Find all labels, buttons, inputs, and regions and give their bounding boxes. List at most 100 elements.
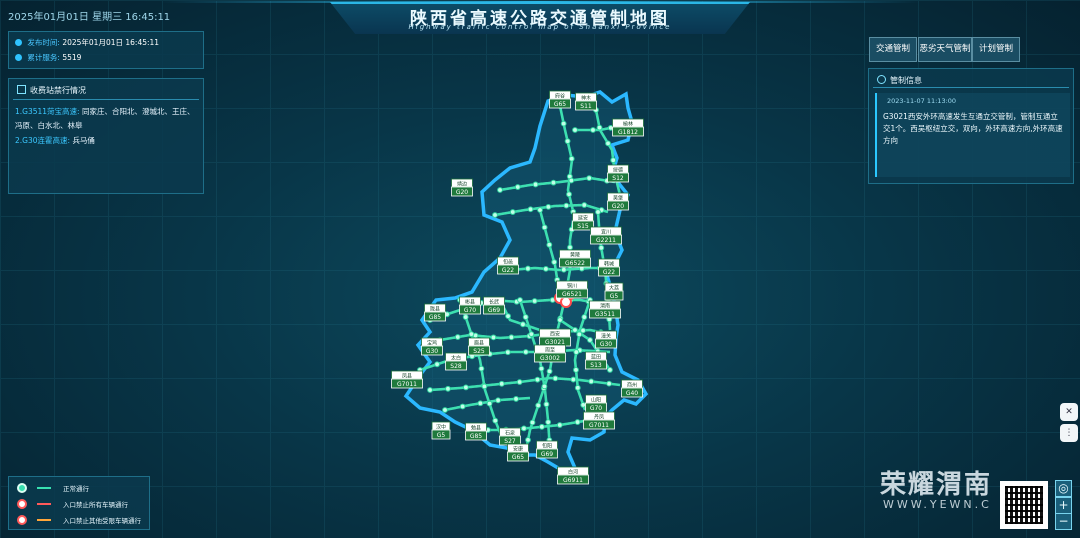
highway-node xyxy=(520,321,526,328)
highway-shield[interactable]: 宜川G2211 xyxy=(590,226,622,245)
highway-shield[interactable]: 府谷G65 xyxy=(549,90,571,109)
highway-shield[interactable]: 周至G3002 xyxy=(534,344,566,363)
highway-node xyxy=(427,387,433,393)
shield-name: 黄陵 xyxy=(570,252,580,259)
highway-node xyxy=(568,155,575,162)
document-icon xyxy=(17,85,26,94)
tools-icon[interactable]: ✕ xyxy=(1060,403,1078,421)
watermark-logo: 荣耀渭南 xyxy=(880,470,993,500)
highway-shield[interactable]: 商州G40 xyxy=(621,379,643,398)
shield-code: S25 xyxy=(473,348,485,355)
shield-name: 石泉 xyxy=(505,430,515,437)
highway-node xyxy=(434,361,440,368)
highway-shield[interactable]: 汉中G5 xyxy=(431,421,451,440)
toll-panel-title: 收费站禁行情况 xyxy=(17,85,86,96)
shield-code: G69 xyxy=(541,451,553,458)
stats-panel: 发布时间: 2025年01月01日 16:45:11 累计服务: 5519 xyxy=(8,31,204,69)
highway-node xyxy=(570,376,577,383)
access-count-value: 5519 xyxy=(62,53,82,62)
highway-shield[interactable]: 渭南G3511 xyxy=(589,300,621,319)
info-card[interactable]: 2023-11-07 11:13:00 G3021西安外环高速发生互通立交管制，… xyxy=(875,93,1070,177)
shield-code: G6521 xyxy=(562,291,582,298)
highway-node xyxy=(517,297,523,303)
shield-code: G65 xyxy=(512,454,524,461)
locate-icon[interactable]: ◎ xyxy=(1055,480,1072,497)
translate-icon[interactable]: ⋮ xyxy=(1060,424,1078,442)
highway-shield[interactable]: 靖边G20 xyxy=(451,178,473,197)
highway-shield[interactable]: 铜川G6521 xyxy=(556,280,588,299)
highway-shield[interactable]: 宝鸡G30 xyxy=(421,337,443,356)
highway-shield[interactable]: 陇县G85 xyxy=(424,303,446,322)
header: 2025年01月01日 星期三 16:45:11 陕西省高速公路交通管制地图 H… xyxy=(0,0,1080,34)
control-info-panel: 管制信息 2023-11-07 11:13:00 G3021西安外环高速发生互通… xyxy=(868,68,1074,184)
highway-shield[interactable]: 大荔G5 xyxy=(604,282,624,301)
planned-control-button[interactable]: 计划管制 xyxy=(972,37,1020,62)
shield-name: 安康 xyxy=(513,446,523,453)
shield-name: 汉中 xyxy=(436,424,446,431)
legend-label: 入口禁止所有车辆通行 xyxy=(63,501,128,509)
normal-line xyxy=(37,487,51,489)
traffic-control-button[interactable]: 交通管制 xyxy=(869,37,917,62)
shield-code: S15 xyxy=(577,223,589,230)
highway-shield[interactable]: 太白S28 xyxy=(445,352,467,371)
highway-node xyxy=(521,425,527,432)
highway-node xyxy=(560,120,567,127)
highway-node xyxy=(522,349,529,355)
highway-node xyxy=(542,265,549,272)
shield-code: G3002 xyxy=(540,355,560,362)
highway-node xyxy=(598,244,605,251)
highway-node xyxy=(492,212,498,218)
highway-shield[interactable]: 石泉S27 xyxy=(499,427,521,446)
highway-shield[interactable]: 白河G6911 xyxy=(557,466,589,485)
toll-item: 1.G3511菏宝高速: 同家庄、合阳北、澄城北、王庄、冯原、白水北、林皋 xyxy=(15,105,199,133)
highway-shield[interactable]: 彬县G70 xyxy=(459,296,481,315)
highway-shield[interactable]: 潼关G30 xyxy=(595,330,617,349)
highway-shield[interactable]: 眉县S25 xyxy=(468,337,490,356)
highway-shield[interactable]: 长武G69 xyxy=(483,296,505,315)
highway-shield[interactable]: 韩城G22 xyxy=(598,258,620,277)
shield-code: G22 xyxy=(603,269,615,276)
highway-shield[interactable]: 神木S11 xyxy=(575,92,597,111)
shield-code: S13 xyxy=(590,362,602,369)
highway-shield[interactable]: 山阳G70 xyxy=(585,394,607,413)
highway-node xyxy=(552,375,559,382)
shield-name: 西安 xyxy=(550,331,560,338)
highway-node xyxy=(516,379,523,385)
highway-node xyxy=(513,396,519,402)
qr-code xyxy=(1000,481,1048,529)
highway-node xyxy=(590,127,596,133)
highway-shield[interactable]: 凤县G7011 xyxy=(391,370,423,389)
shield-code: G5 xyxy=(437,432,446,439)
highway-node xyxy=(514,184,521,190)
highway-shield[interactable]: 西安G3021 xyxy=(539,328,571,347)
highway-node xyxy=(606,380,612,387)
highway-node xyxy=(560,266,567,273)
highway-node xyxy=(527,206,534,213)
weather-control-button[interactable]: 恶劣天气管制 xyxy=(918,37,972,62)
highway-node xyxy=(574,419,581,425)
highway-node xyxy=(531,298,538,304)
ban-icon xyxy=(877,75,886,84)
legend-item-all-closed: 入口禁止所有车辆通行 xyxy=(17,499,128,509)
highway-shield[interactable]: 蓝田S13 xyxy=(585,351,607,370)
highway-shield[interactable]: 绥德S12 xyxy=(607,164,629,183)
toll-panel-title-text: 收费站禁行情况 xyxy=(30,86,86,95)
shield-code: G7011 xyxy=(397,381,417,388)
shield-code: G40 xyxy=(626,390,638,397)
shield-name: 太白 xyxy=(451,355,461,362)
highway-shield[interactable]: 安康G65 xyxy=(507,443,529,462)
shield-code: G70 xyxy=(590,405,602,412)
highway-shield[interactable]: 榆林G1812 xyxy=(612,118,644,137)
highway-shield[interactable]: 勉县G85 xyxy=(465,422,487,441)
zoom-out-button[interactable]: − xyxy=(1055,513,1072,530)
highway-shield[interactable]: 丹凤G7011 xyxy=(583,411,615,430)
highway-shield[interactable]: 吴堡G20 xyxy=(607,192,629,211)
highway-shield[interactable]: 旬阳G69 xyxy=(536,440,558,459)
shield-code: G30 xyxy=(426,348,438,355)
highway-shield[interactable]: 旬邑G22 xyxy=(497,256,519,275)
highway-node xyxy=(568,177,575,184)
highway-shield[interactable]: 黄陵G6522 xyxy=(559,249,591,268)
zoom-in-button[interactable]: + xyxy=(1055,497,1072,514)
user-icon xyxy=(15,54,22,61)
highway-node xyxy=(573,349,580,355)
